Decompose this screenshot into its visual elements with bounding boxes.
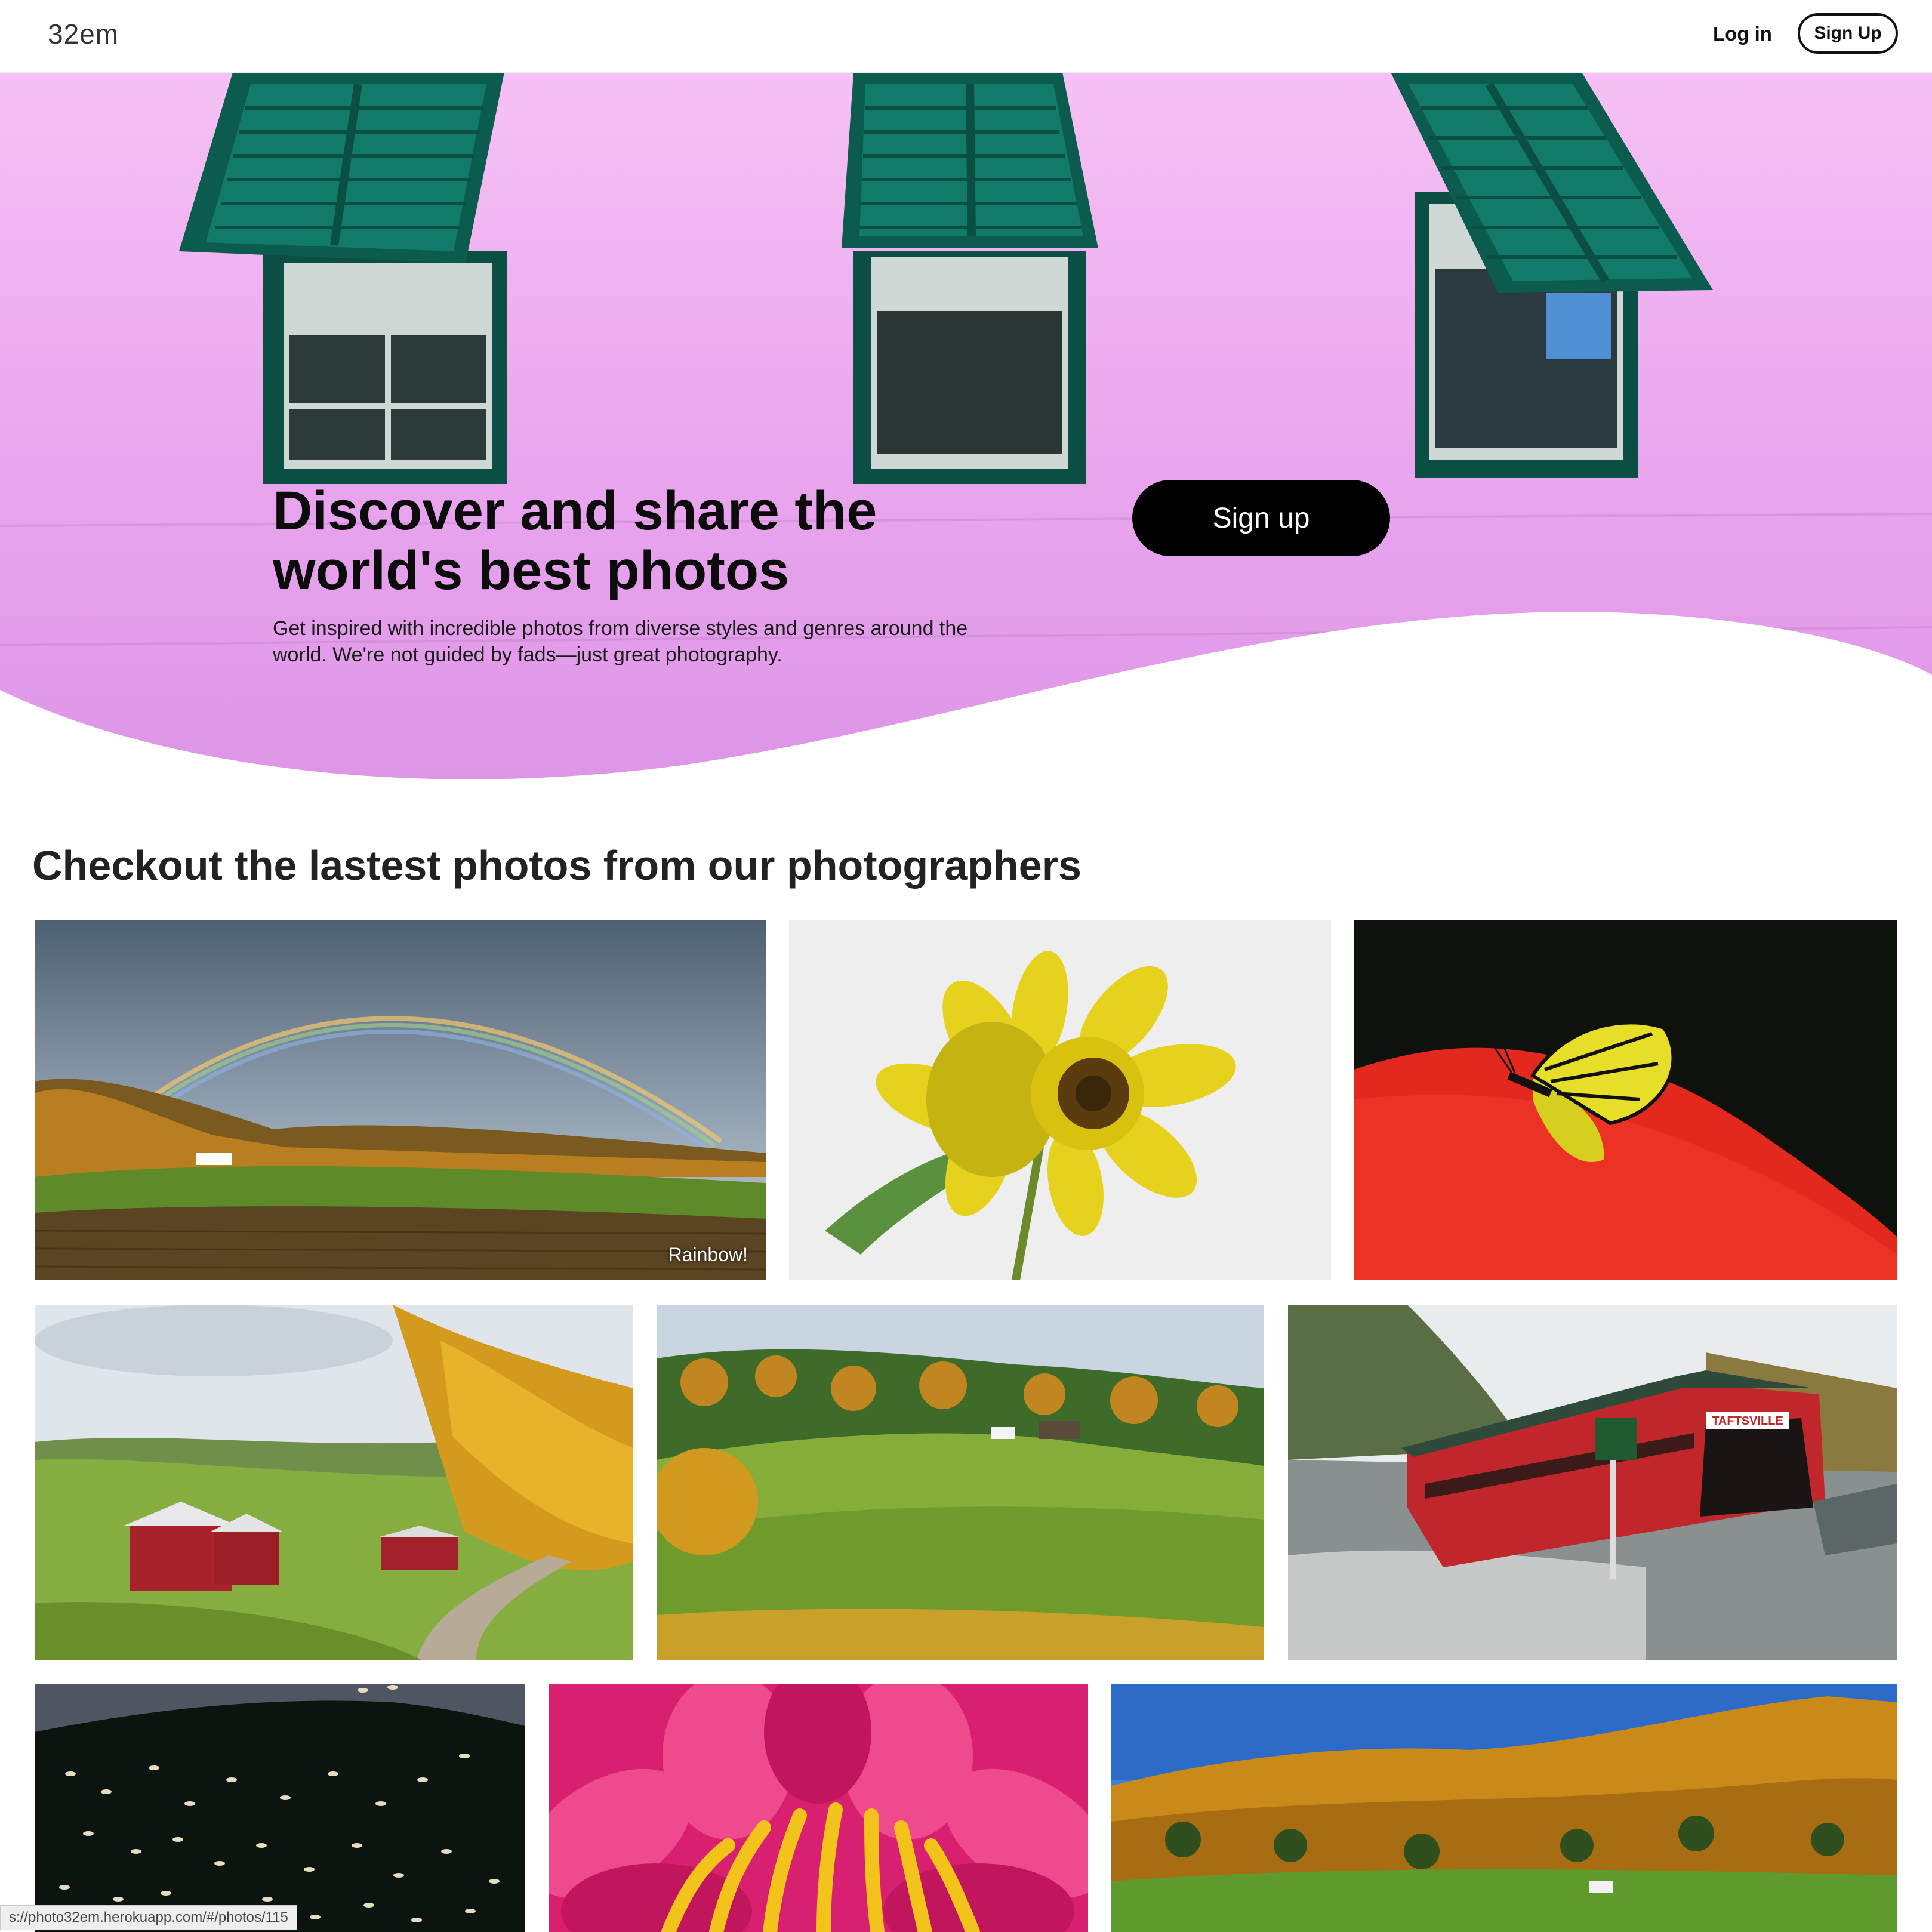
photo-autumn-hillside[interactable] — [1111, 1684, 1897, 1932]
photo-rainbow[interactable]: Rainbow! — [35, 920, 766, 1280]
browser-status-bar: s://photo32em.herokuapp.com/#/photos/115 — [0, 1905, 297, 1930]
login-link[interactable]: Log in — [1713, 23, 1772, 45]
hero-signup-button[interactable]: Sign up — [1132, 480, 1390, 556]
site-logo[interactable]: 32em — [48, 18, 119, 50]
top-navbar: 32em Log in Sign Up — [0, 0, 1932, 73]
red-barns-image — [35, 1305, 633, 1660]
water-lily-image — [549, 1684, 1088, 1932]
rainbow-landscape-image — [35, 920, 766, 1280]
photo-sunflower[interactable] — [789, 920, 1331, 1280]
rolling-hills-image — [657, 1305, 1264, 1660]
photo-butterfly[interactable] — [1354, 920, 1897, 1280]
photo-caption: Rainbow! — [668, 1244, 748, 1265]
hero-wave-divider — [0, 612, 1932, 782]
gallery-title: Checkout the lastest photos from our pho… — [32, 842, 1081, 889]
hero-title: Discover and share the world's best phot… — [273, 480, 877, 601]
photo-covered-bridge[interactable]: TAFTSVILLE — [1288, 1305, 1897, 1660]
photo-red-barns[interactable] — [35, 1305, 633, 1660]
bridge-sign-text: TAFTSVILLE — [1712, 1415, 1783, 1428]
header-signup-button[interactable]: Sign Up — [1798, 13, 1898, 54]
photo-snow-geese[interactable] — [35, 1684, 525, 1932]
covered-bridge-image: TAFTSVILLE — [1288, 1305, 1897, 1660]
hero-subtitle: Get inspired with incredible photos from… — [273, 617, 968, 666]
butterfly-image — [1354, 920, 1897, 1280]
sunflower-image — [789, 920, 1331, 1280]
snow-geese-image — [35, 1684, 525, 1932]
hero-banner: Discover and share the world's best phot… — [0, 72, 1932, 782]
photo-water-lily[interactable] — [549, 1684, 1088, 1932]
autumn-hillside-image — [1111, 1684, 1897, 1932]
photo-rolling-hills[interactable] — [657, 1305, 1264, 1660]
